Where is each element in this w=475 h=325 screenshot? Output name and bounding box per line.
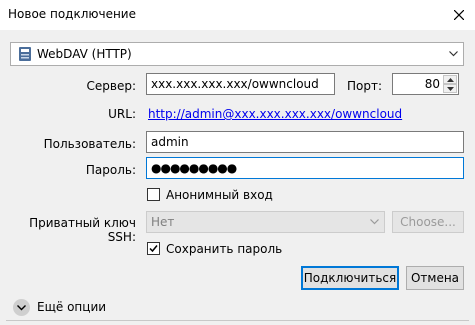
divider: [6, 320, 469, 321]
window-title: Новое подключение: [8, 7, 136, 21]
more-options-label[interactable]: Ещё опции: [37, 300, 106, 314]
ssh-key-select[interactable]: Нет: [146, 211, 385, 233]
save-password-checkbox[interactable]: [147, 242, 160, 255]
password-input[interactable]: ●●●●●●●●●: [146, 157, 464, 179]
close-button[interactable]: [443, 0, 475, 30]
protocol-select[interactable]: WebDAV (HTTP): [10, 42, 464, 66]
ssh-key-label: Приватный ключ SSH:: [29, 216, 136, 244]
title-bar: Новое подключение: [0, 0, 475, 30]
close-icon: [454, 10, 464, 20]
chevron-down-icon: [370, 219, 379, 225]
server-label: Сервер:: [86, 79, 137, 93]
anonymous-checkbox[interactable]: [147, 188, 160, 201]
choose-key-button[interactable]: Choose...: [392, 211, 464, 233]
port-stepper[interactable]: 80: [392, 73, 459, 95]
username-label: Пользователь:: [43, 137, 136, 151]
arrow-up-icon: [446, 77, 454, 82]
port-spinner: [443, 75, 457, 93]
connect-button[interactable]: Подключиться: [301, 266, 399, 290]
protocol-label: WebDAV (HTTP): [37, 47, 132, 61]
url-link[interactable]: http://admin@xxx.xxx.xxx.xxx/owwncloud: [148, 107, 402, 121]
cancel-button[interactable]: Отмена: [406, 266, 464, 290]
chevron-down-icon: [17, 304, 26, 310]
webdav-server-icon: [19, 47, 31, 61]
more-options-toggle[interactable]: [13, 299, 30, 316]
port-down-button[interactable]: [443, 84, 457, 93]
save-password-label[interactable]: Сохранить пароль: [166, 242, 282, 256]
chevron-down-icon: [449, 51, 458, 57]
port-up-button[interactable]: [443, 75, 457, 84]
server-input[interactable]: xxx.xxx.xxx.xxx/owwncloud: [146, 73, 335, 95]
port-value: 80: [424, 77, 440, 91]
port-label: Порт:: [346, 79, 382, 93]
anonymous-label[interactable]: Анонимный вход: [166, 188, 273, 202]
password-label: Пароль:: [85, 163, 136, 177]
url-label: URL:: [108, 107, 136, 121]
arrow-down-icon: [446, 86, 454, 91]
username-input[interactable]: admin: [146, 131, 464, 153]
ssh-key-value: Нет: [151, 215, 175, 229]
checkmark-icon: [149, 245, 158, 253]
